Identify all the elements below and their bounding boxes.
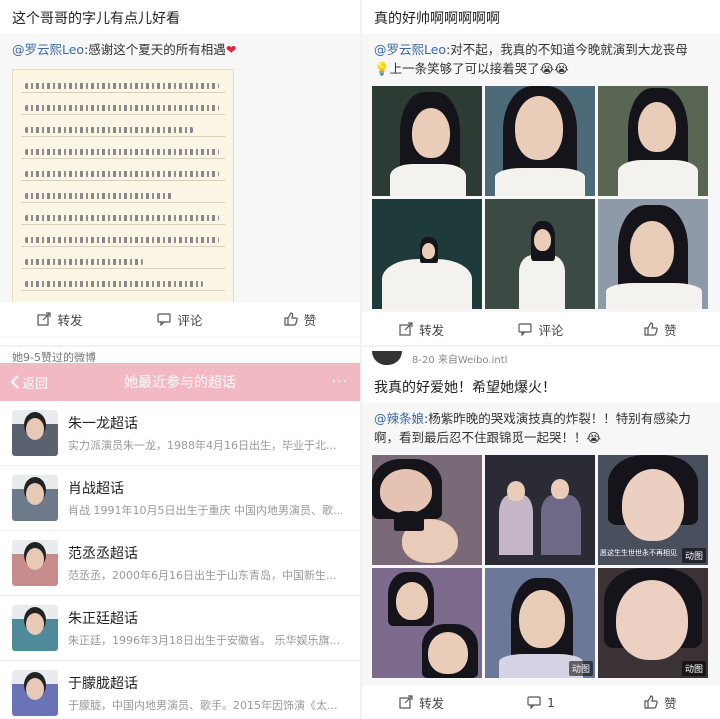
still-image[interactable] [598,86,708,196]
like-button[interactable]: 赞 [240,310,360,329]
weibo-post-stills: 真的好帅啊啊啊啊啊 @罗云熙Leo:对不起，我真的不知道今晚就演到大龙丧母 💡上… [362,0,720,345]
gif-image[interactable] [372,568,482,678]
crying-emoji: 😭😭 [539,61,569,76]
repost-button[interactable]: 转发 [362,693,481,712]
still-image[interactable] [372,199,482,309]
like-button[interactable]: 赞 [601,320,720,339]
weibo-post-letter: 这个哥哥的字儿有点儿好看 @罗云熙Leo:感谢这个夏天的所有相遇❤ 转发 评论 … [0,0,360,345]
bulb-icon: 💡 [374,61,390,76]
topic-avatar [12,605,58,651]
topic-desc: 肖战 1991年10月5日出生于重庆 中国内地男演员、歌... [68,504,342,517]
super-topic-list: 她9-5赞过的微博 返回 她最近参与的超话 ··· 朱一龙超话实力派演员朱一龙，… [0,347,360,719]
gif-image[interactable] [485,455,595,565]
like-button[interactable]: 赞 [601,693,720,712]
nav-header: 返回 她最近参与的超话 ··· [0,363,360,401]
mention-link[interactable]: @罗云熙Leo [374,42,446,57]
chevron-left-icon [10,375,19,389]
comment-icon [527,696,541,709]
gif-image[interactable]: 动图 [598,568,708,678]
mention-link[interactable]: @辣条娘 [374,411,424,426]
thumbs-up-icon [644,695,658,709]
page-title: 她最近参与的超话 [124,375,236,391]
repost-icon [399,695,413,709]
comment-button[interactable]: 评论 [481,320,600,339]
topic-name: 于朦胧超话 [68,676,138,692]
topic-desc: 范丞丞，2000年6月16日出生于山东青岛，中国新生... [68,569,337,582]
action-bar: 转发 1 赞 [362,685,720,719]
topic-name: 朱正廷超话 [68,611,138,627]
topic-name: 范丞丞超话 [68,546,138,562]
gif-badge: 动图 [681,661,706,676]
back-button[interactable]: 返回 [10,373,48,392]
topic-row[interactable]: 于朦胧超话于朦胧，中国内地男演员、歌手。2015年因饰演《太... [0,661,360,719]
topic-row[interactable]: 朱一龙超话实力派演员朱一龙，1988年4月16日出生，毕业于北... [0,401,360,466]
topic-list: 朱一龙超话 实力派演员朱一龙，1988年4月16日出生，毕业于北... 肖战超话 肖战… [0,401,360,719]
repost-box[interactable]: @辣条娘:杨紫昨晚的哭戏演技真的炸裂！！特别有感染力啊，看到最后忍不住跟锦觅一起… [362,403,720,685]
gif-image[interactable]: 动图 [485,568,595,678]
action-bar: 转发 评论 赞 [362,312,720,345]
letter-image[interactable] [12,69,234,327]
gif-image[interactable]: 愿这生生世世永不再相见 动图 [598,455,708,565]
topic-avatar [12,540,58,586]
topic-row[interactable]: 肖战超话肖战 1991年10月5日出生于重庆 中国内地男演员、歌... [0,466,360,531]
comment-button[interactable]: 评论 [120,310,240,329]
post-title: 真的好帅啊啊啊啊啊 [374,11,500,27]
gif-badge: 动图 [568,661,593,676]
comment-icon [518,323,533,336]
liked-posts-caption: 她9-5赞过的微博 [12,351,96,364]
gif-image[interactable] [372,455,482,565]
mention-link[interactable]: @罗云熙Leo [12,42,84,57]
comment-button[interactable]: 1 [481,695,600,710]
post-meta: 8-20 来自Weibo.intl [362,347,720,369]
topic-avatar [12,670,58,716]
comment-count: 1 [547,694,555,710]
image-grid [362,82,720,309]
post-title: 我真的好爱她！希望她爆火！ [374,380,556,396]
still-image[interactable] [372,86,482,196]
topic-desc: 朱正廷，1996年3月18日出生于安徽省。 乐华娱乐旗... [68,634,340,647]
repost-icon [37,312,52,326]
gif-badge: 动图 [681,548,706,563]
thumbs-up-icon [644,322,658,336]
collage: 这个哥哥的字儿有点儿好看 @罗云熙Leo:感谢这个夏天的所有相遇❤ 转发 评论 … [0,0,720,719]
repost-button[interactable]: 转发 [362,320,481,339]
weibo-post-gifs: 8-20 来自Weibo.intl 我真的好爱她！希望她爆火！ @辣条娘:杨紫昨… [362,347,720,719]
topic-desc: 于朦胧，中国内地男演员、歌手。2015年因饰演《太... [68,699,338,712]
topic-row[interactable]: 范丞丞超话范丞丞，2000年6月16日出生于山东青岛，中国新生... [0,531,360,596]
topic-row[interactable]: 朱正廷超话朱正廷，1996年3月18日出生于安徽省。 乐华娱乐旗... [0,596,360,661]
still-image[interactable] [485,199,595,309]
still-image[interactable] [598,199,708,309]
gif-grid: 愿这生生世世永不再相见 动图 动图 动图 [362,451,720,678]
avatar[interactable] [372,351,402,365]
topic-name: 朱一龙超话 [68,416,138,432]
still-image[interactable] [485,86,595,196]
crying-emoji: 😭 [586,430,602,445]
repost-box[interactable]: @罗云熙Leo:感谢这个夏天的所有相遇❤ [0,34,360,337]
topic-desc: 实力派演员朱一龙，1988年4月16日出生，毕业于北... [68,439,337,452]
action-bar: 转发 评论 赞 [0,302,360,336]
subtitle-text: 愿这生生世世永不再相见 [600,549,677,557]
thumbs-up-icon [284,312,298,326]
heart-icon: ❤ [225,42,237,57]
repost-box[interactable]: @罗云熙Leo:对不起，我真的不知道今晚就演到大龙丧母 💡上一条笑够了可以接着哭… [362,34,720,320]
topic-name: 肖战超话 [68,481,124,497]
topic-avatar [12,410,58,456]
repost-button[interactable]: 转发 [0,310,120,329]
topic-avatar [12,475,58,521]
repost-text: :感谢这个夏天的所有相遇 [84,42,226,57]
repost-icon [399,322,413,336]
post-title: 这个哥哥的字儿有点儿好看 [12,11,180,27]
comment-icon [157,313,172,326]
more-icon[interactable]: ··· [332,374,348,390]
